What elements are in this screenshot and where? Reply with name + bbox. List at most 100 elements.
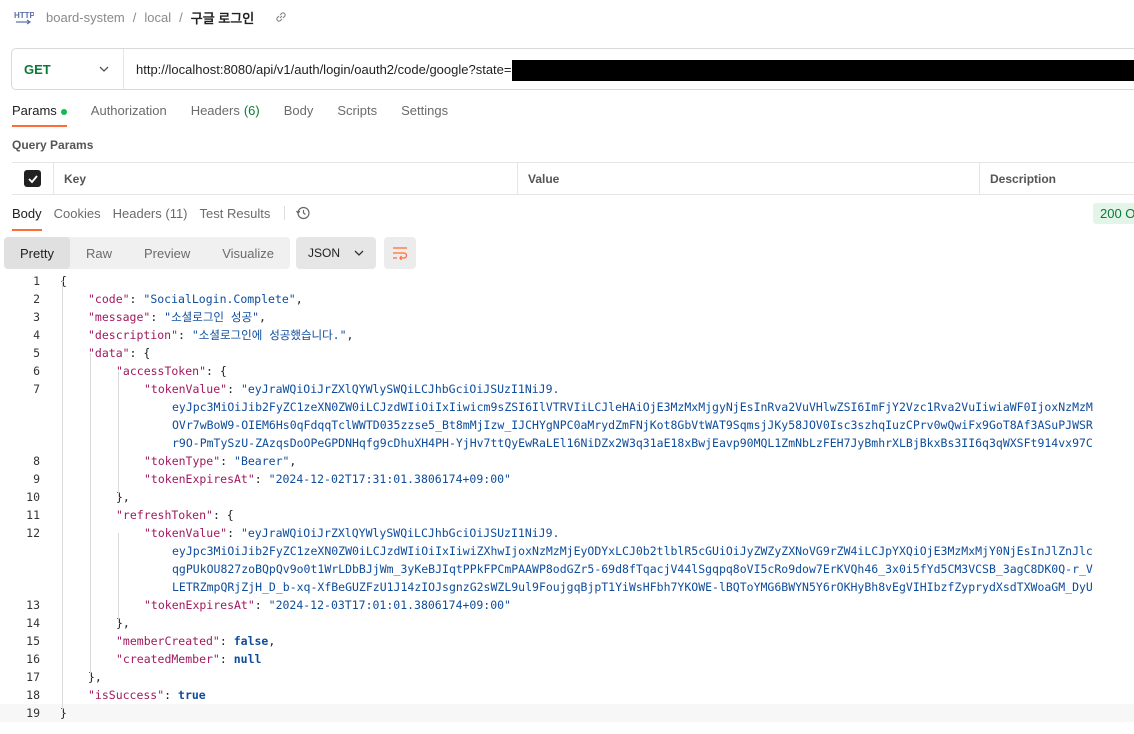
request-name[interactable]: 구글 로그인 [191,8,254,27]
format-label: JSON [308,246,341,260]
code-line: r9O-PmTySzU-ZAzqsDoOPeGPDNHqfg9cDhuXH4PH… [0,434,1134,452]
view-preview-button[interactable]: Preview [128,237,206,269]
json-punctuation: : { [129,346,151,360]
line-content: OVr7wBoW9-OIEM6Hs0qFdqqTclWWTD035zzse5_B… [40,416,1093,434]
json-literal: false [233,634,269,648]
json-string: "SocialLogin.Complete" [143,292,296,306]
url-bar: GET http://localhost:8080/api/v1/auth/lo… [11,48,1134,90]
history-icon[interactable] [295,205,311,221]
code-line: 9 "tokenExpiresAt": "2024-12-02T17:31:01.… [0,470,1134,488]
indent-guide [118,371,119,497]
line-content: eyJpc3MiOiJib2FyZC1zeXN0ZW0iLCJzdWIiOiIx… [40,542,1093,560]
json-string: OVr7wBoW9-OIEM6Hs0qFdqqTclWWTD035zzse5_B… [172,418,1093,432]
json-string: "2024-12-02T17:31:01.3806174+09:00" [268,472,511,486]
line-number: 1 [33,274,40,288]
line-number: 12 [26,526,40,540]
line-number: 18 [26,688,40,702]
breadcrumb-environment[interactable]: local [144,10,171,25]
json-punctuation: , [289,454,297,468]
line-content: "message": "소셜로그인 성공", [40,308,266,326]
line-content: }, [40,488,130,506]
line-content: "data": { [40,344,150,362]
wrap-lines-button[interactable] [384,237,417,269]
json-key: "message" [88,310,151,324]
redacted-region [512,60,1134,81]
tab-settings[interactable]: Settings [401,103,448,125]
json-string: eyJpc3MiOiJib2FyZC1zeXN0ZW0iLCJzdWIiOiIx… [172,400,1093,414]
code-line: 10}, [0,488,1134,506]
tab-scripts[interactable]: Scripts [337,103,377,125]
json-string: r9O-PmTySzU-ZAzqsDoOPeGPDNHqfg9cDhuXH4PH… [172,436,1093,450]
json-key: "description" [88,328,179,342]
view-visualize-button[interactable]: Visualize [206,237,290,269]
line-number: 2 [33,292,40,306]
code-line: 1{ [0,272,1134,290]
json-punctuation: : [150,310,165,324]
line-number: 7 [33,382,40,396]
view-raw-button[interactable]: Raw [70,237,128,269]
line-content: "createdMember": null [40,650,261,668]
line-number: 15 [26,634,40,648]
code-line: 3 "message": "소셜로그인 성공", [0,308,1134,326]
view-pretty-button[interactable]: Pretty [4,237,70,269]
request-tabs: Params Authorization Headers (6) Body Scr… [12,103,472,127]
indent-guide [118,533,119,623]
link-icon[interactable] [274,10,288,24]
line-number: 13 [26,598,40,612]
response-body-viewer[interactable]: 1{ 2 "code": "SocialLogin.Complete", 3 "mess… [0,272,1134,722]
svg-text:HTTP: HTTP [14,11,34,20]
method-select[interactable]: GET [12,49,124,89]
json-punctuation: : [219,652,234,666]
tab-params[interactable]: Params [12,103,67,127]
line-number: 8 [33,454,40,468]
tab-response-body[interactable]: Body [12,206,42,231]
json-string: qgPUkOU827zoBQpQv9o0t1WrLDbBJjWm_3yKeBJI… [172,562,1093,576]
line-number [0,416,40,434]
line-number: 4 [33,328,40,342]
json-punctuation: : [227,382,241,396]
json-key: "tokenValue" [144,382,228,396]
json-punctuation: : [129,292,144,306]
code-line: qgPUkOU827zoBQpQv9o0t1WrLDbBJjWm_3yKeBJI… [0,560,1134,578]
tab-test-results[interactable]: Test Results [200,206,271,227]
json-punctuation: , [346,328,354,342]
json-key: "isSuccess" [88,688,165,702]
format-select[interactable]: JSON [296,237,377,269]
json-string: "소셜로그인에 성공했습니다." [191,328,347,342]
json-key: "data" [88,346,130,360]
query-params-table: Key Value Description [12,162,1134,195]
tab-cookies[interactable]: Cookies [54,206,101,227]
breadcrumb-separator: / [132,9,137,25]
json-key: "refreshToken" [116,508,213,522]
tab-headers[interactable]: Headers (6) [191,103,260,125]
view-mode-group: Pretty Raw Preview Visualize [4,237,291,269]
breadcrumb-workspace[interactable]: board-system [46,10,125,25]
chevron-down-icon [354,250,364,256]
url-input[interactable]: http://localhost:8080/api/v1/auth/login/… [124,62,511,77]
json-key: "code" [88,292,130,306]
code-line: LETRZmpQRjZjH_D_b-xq-XfBeGUZFzU1J14zIOJs… [0,578,1134,596]
json-punctuation: : [254,598,269,612]
json-key: "memberCreated" [116,634,220,648]
line-number [0,560,40,578]
line-content: "accessToken": { [40,362,227,380]
status-badge[interactable]: 200 O [1093,203,1134,224]
json-key: "tokenValue" [144,526,228,540]
tab-body[interactable]: Body [284,103,314,125]
json-punctuation: : { [212,508,234,522]
tab-response-headers[interactable]: Headers (11) [113,206,188,227]
code-line: 16 "createdMember": null [0,650,1134,668]
line-number [0,434,40,452]
chevron-down-icon [99,66,109,72]
tab-authorization[interactable]: Authorization [91,103,167,125]
line-number [0,398,40,416]
line-number: 16 [26,652,40,666]
code-line: eyJpc3MiOiJib2FyZC1zeXN0ZW0iLCJzdWIiOiIx… [0,398,1134,416]
code-line: OVr7wBoW9-OIEM6Hs0qFdqqTclWWTD035zzse5_B… [0,416,1134,434]
line-number: 10 [26,490,40,504]
code-line: eyJpc3MiOiJib2FyZC1zeXN0ZW0iLCJzdWIiOiIx… [0,542,1134,560]
code-line: 2 "code": "SocialLogin.Complete", [0,290,1134,308]
json-key: "tokenExpiresAt" [144,472,255,486]
select-all-checkbox[interactable] [24,170,41,187]
response-toolbar: Pretty Raw Preview Visualize JSON [4,237,417,269]
